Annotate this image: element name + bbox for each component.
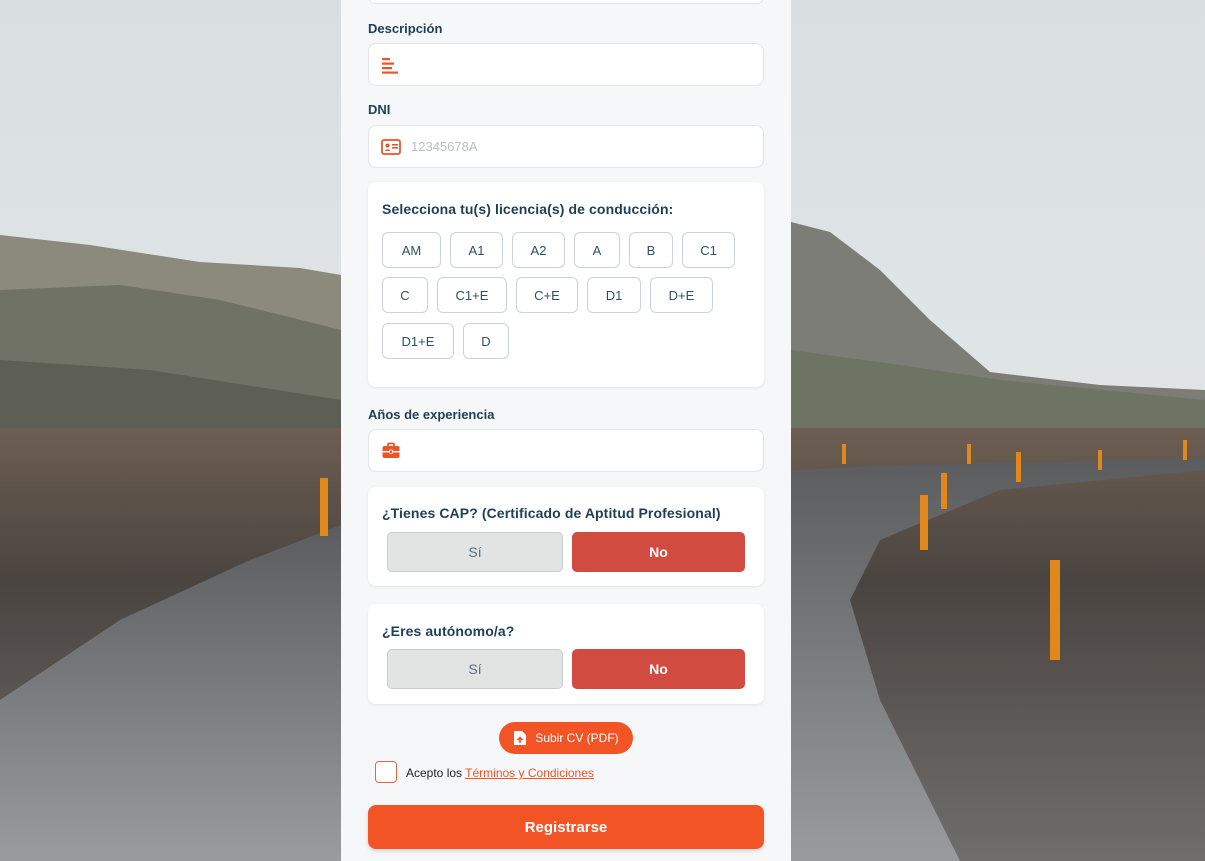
cap-card: ¿Tienes CAP? (Certificado de Aptitud Pro… — [368, 487, 764, 586]
description-input[interactable] — [411, 44, 751, 85]
license-option-a2[interactable]: A2 — [512, 232, 565, 268]
dni-label: DNI — [368, 102, 391, 117]
license-option-b[interactable]: B — [629, 232, 673, 268]
dni-field[interactable] — [368, 125, 764, 168]
license-option-d[interactable]: D — [463, 323, 509, 359]
id-card-icon — [381, 139, 401, 155]
cap-yes-button[interactable]: Sí — [387, 532, 563, 572]
license-title: Selecciona tu(s) licencia(s) de conducci… — [382, 201, 674, 217]
license-option-am[interactable]: AM — [382, 232, 441, 268]
cap-question: ¿Tienes CAP? (Certificado de Aptitud Pro… — [382, 505, 721, 521]
license-option-a[interactable]: A — [574, 232, 620, 268]
license-card: Selecciona tu(s) licencia(s) de conducci… — [368, 182, 764, 387]
upload-cv-label: Subir CV (PDF) — [535, 731, 619, 745]
experience-input[interactable] — [411, 430, 751, 471]
license-option-d1e[interactable]: D1+E — [382, 323, 454, 359]
autonomo-card: ¿Eres autónomo/a? Sí No — [368, 604, 764, 704]
experience-label: Años de experiencia — [368, 407, 495, 422]
license-option-c[interactable]: C — [382, 277, 428, 313]
terms-checkbox[interactable] — [375, 761, 397, 783]
description-field[interactable] — [368, 43, 764, 86]
terms-link[interactable]: Términos y Condiciones — [465, 766, 594, 780]
previous-field[interactable] — [368, 0, 764, 4]
license-option-c1[interactable]: C1 — [682, 232, 735, 268]
file-upload-icon — [514, 731, 527, 745]
license-option-d1[interactable]: D1 — [587, 277, 641, 313]
cap-no-button[interactable]: No — [572, 532, 745, 572]
license-option-c1e[interactable]: C1+E — [437, 277, 507, 313]
registration-panel: Descripción DNI Selecciona tu(s) licenci… — [341, 0, 791, 861]
license-option-ce[interactable]: C+E — [516, 277, 578, 313]
dni-input[interactable] — [411, 126, 751, 167]
autonomo-yes-button[interactable]: Sí — [387, 649, 563, 689]
description-label: Descripción — [368, 21, 443, 36]
experience-field[interactable] — [368, 429, 764, 472]
autonomo-no-button[interactable]: No — [572, 649, 745, 689]
briefcase-icon — [382, 442, 400, 458]
terms-prefix: Acepto los — [406, 766, 463, 780]
license-option-de[interactable]: D+E — [650, 277, 713, 313]
license-option-a1[interactable]: A1 — [450, 232, 503, 268]
upload-cv-button[interactable]: Subir CV (PDF) — [499, 722, 633, 754]
align-left-icon — [382, 58, 398, 74]
register-button[interactable]: Registrarse — [368, 805, 764, 849]
autonomo-question: ¿Eres autónomo/a? — [382, 623, 515, 639]
terms-text: Acepto los Términos y Condiciones — [406, 766, 594, 780]
